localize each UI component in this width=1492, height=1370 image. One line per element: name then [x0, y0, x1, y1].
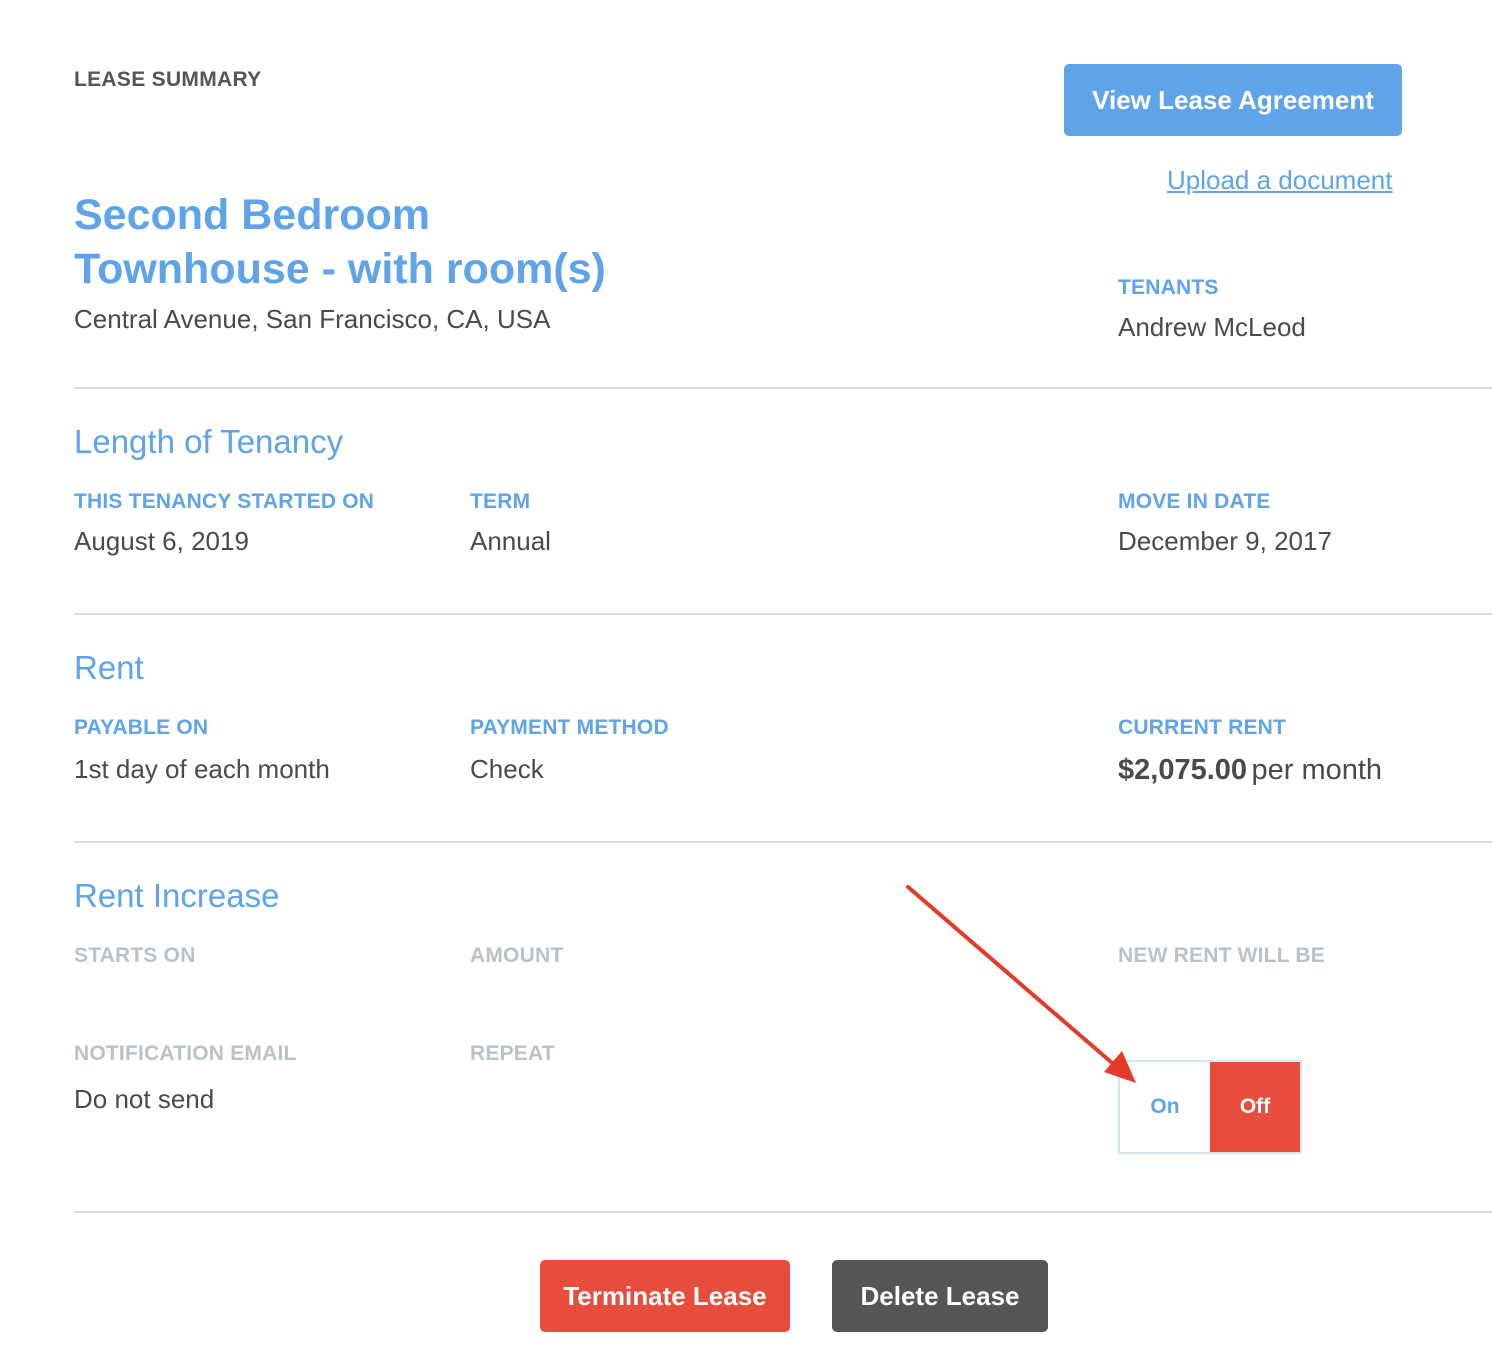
divider [74, 1211, 1492, 1213]
terminate-lease-button[interactable]: Terminate Lease [540, 1260, 790, 1332]
annotation-arrow-icon [906, 885, 1136, 1083]
delete-lease-button[interactable]: Delete Lease [832, 1260, 1048, 1332]
